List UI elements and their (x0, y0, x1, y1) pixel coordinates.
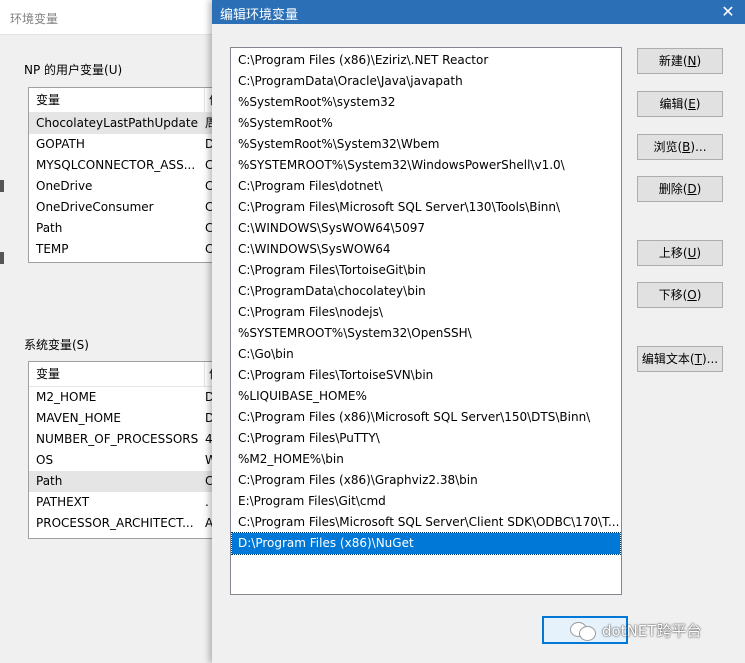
path-entry[interactable]: C:\Program Files\dotnet\ (232, 176, 620, 197)
path-entry[interactable]: %LIQUIBASE_HOME% (232, 386, 620, 407)
var-name: OneDrive (36, 179, 93, 193)
system-var-row[interactable]: NUMBER_OF_PROCESSORS 4 (29, 429, 212, 450)
path-entries-list[interactable]: C:\Program Files (x86)\Eziriz\.NET React… (230, 47, 622, 595)
move-up-label: 上移( (658, 246, 688, 260)
system-var-row[interactable]: MAVEN_HOMED (29, 408, 212, 429)
path-entry[interactable]: C:\Go\bin (232, 344, 620, 365)
path-entry[interactable]: %SYSTEMROOT%\System32\OpenSSH\ (232, 323, 620, 344)
var-name: MAVEN_HOME (36, 411, 121, 425)
move-down-tail: ) (696, 288, 702, 302)
path-entry[interactable]: %M2_HOME%\bin (232, 449, 620, 470)
browse-button[interactable]: 浏览(B)... (637, 134, 723, 160)
edit-accel: E (688, 97, 696, 111)
env-window-title: 环境变量 (10, 12, 59, 26)
var-name: OS (36, 453, 54, 467)
edit-button[interactable]: 编辑(E) (637, 91, 723, 117)
move-up-button[interactable]: 上移(U) (637, 240, 723, 266)
delete-label: 删除( (658, 182, 688, 196)
user-var-row[interactable]: MYSQLCONNECTOR_ASS... C (29, 155, 212, 176)
path-entry[interactable]: E:\Program Files\Git\cmd (232, 491, 620, 512)
move-up-tail: ) (696, 246, 702, 260)
clipped-control-edge (0, 252, 4, 264)
path-entry[interactable]: C:\Program Files\PuTTY\ (232, 428, 620, 449)
user-list-header[interactable]: 变量 值 (29, 88, 212, 113)
system-variables-list[interactable]: 变量 值 M2_HOMED MAVEN_HOMED NUMBER_OF_PROC… (28, 361, 212, 539)
user-var-row[interactable]: Path C (29, 218, 212, 239)
path-entry[interactable]: C:\WINDOWS\SysWOW64\5097 (232, 218, 620, 239)
path-entry[interactable]: C:\ProgramData\Oracle\Java\javapath (232, 71, 620, 92)
user-var-row[interactable]: TEMP C (29, 239, 212, 260)
move-down-label: 下移( (658, 288, 688, 302)
var-name: Path (36, 221, 63, 235)
path-entry[interactable]: C:\Program Files\TortoiseGit\bin (232, 260, 620, 281)
user-variables-label: NP 的用户变量(U) (24, 63, 123, 77)
chat-bubbles-icon (570, 619, 596, 641)
user-variables-list[interactable]: 变量 值 ChocolateyLastPathUpdate周 GOPATHD M… (28, 87, 212, 263)
edit-text-tail: )... (701, 352, 719, 366)
system-variables-label: 系统变量(S) (24, 338, 89, 352)
path-entry[interactable]: C:\Program Files (x86)\Graphviz2.38\bin (232, 470, 620, 491)
path-entry[interactable]: C:\ProgramData\chocolatey\bin (232, 281, 620, 302)
var-name: TEMP (36, 242, 69, 256)
var-name: PROCESSOR_ARCHITECT... (36, 516, 194, 530)
new-label: 新建( (658, 54, 688, 68)
user-var-row[interactable]: ChocolateyLastPathUpdate周 (29, 113, 212, 134)
var-value: . (205, 495, 209, 509)
path-entry[interactable]: %SystemRoot%\system32 (232, 92, 620, 113)
delete-button[interactable]: 删除(D) (637, 176, 723, 202)
move-down-accel: O (687, 288, 697, 302)
delete-accel: D (687, 182, 697, 196)
path-entry[interactable]: C:\Program Files (x86)\Eziriz\.NET React… (232, 50, 620, 71)
var-name: MYSQLCONNECTOR_ASS... (36, 158, 196, 172)
edit-text-accel: T (694, 352, 702, 366)
new-button[interactable]: 新建(N) (637, 48, 723, 74)
system-list-header[interactable]: 变量 值 (29, 362, 212, 387)
var-name: OneDriveConsumer (36, 200, 154, 214)
edit-text-button[interactable]: 编辑文本(T)... (637, 346, 723, 372)
watermark: dotNET跨平台 (570, 618, 701, 642)
path-entry[interactable]: %SYSTEMROOT%\System32\WindowsPowerShell\… (232, 155, 620, 176)
system-var-row[interactable]: PATHEXT. (29, 492, 212, 513)
close-button[interactable]: ✕ (711, 0, 745, 24)
watermark-text: dotNET跨平台 (602, 621, 702, 640)
var-name: ChocolateyLastPathUpdate (36, 116, 198, 130)
dialog-titlebar[interactable]: 编辑环境变量 ✕ (212, 0, 745, 24)
var-name: Path (36, 474, 63, 488)
user-var-row[interactable]: OneDriveConsumer C (29, 197, 212, 218)
column-variable[interactable]: 变量 (36, 93, 60, 107)
edit-text-label: 编辑文本( (641, 352, 695, 366)
user-var-row[interactable]: OneDrive C (29, 176, 212, 197)
var-name: GOPATH (36, 137, 85, 151)
path-entry[interactable]: C:\Program Files\nodejs\ (232, 302, 620, 323)
new-tail: ) (696, 54, 702, 68)
edit-tail: ) (695, 97, 701, 111)
env-window-titlebar: 环境变量 (0, 0, 212, 35)
dialog-title: 编辑环境变量 (220, 8, 299, 23)
path-entry[interactable]: D:\Program Files (x86)\NuGet (231, 532, 621, 555)
path-entry[interactable]: C:\Program Files\TortoiseSVN\bin (232, 365, 620, 386)
user-var-row[interactable]: GOPATHD (29, 134, 212, 155)
move-down-button[interactable]: 下移(O) (637, 282, 723, 308)
var-name: M2_HOME (36, 390, 97, 404)
column-variable[interactable]: 变量 (36, 367, 60, 381)
environment-variables-window: 环境变量 NP 的用户变量(U) 变量 值 ChocolateyLastPath… (0, 0, 213, 663)
clipped-control-edge (0, 180, 4, 192)
path-entry[interactable]: C:\Program Files\Microsoft SQL Server\Cl… (232, 512, 620, 533)
path-entry[interactable]: C:\Program Files\Microsoft SQL Server\13… (232, 197, 620, 218)
system-var-row[interactable]: Path C (29, 471, 212, 492)
edit-environment-variable-dialog: 编辑环境变量 ✕ C:\Program Files (x86)\Eziriz\.… (212, 0, 745, 663)
edit-label: 编辑( (659, 97, 689, 111)
path-entry[interactable]: %SystemRoot% (232, 113, 620, 134)
var-name: PATHEXT (36, 495, 90, 509)
var-name: NUMBER_OF_PROCESSORS (36, 432, 199, 446)
system-var-row[interactable]: M2_HOMED (29, 387, 212, 408)
browse-tail: )... (690, 140, 707, 154)
browse-label: 浏览( (653, 140, 683, 154)
delete-tail: ) (696, 182, 702, 196)
system-var-row[interactable]: PROCESSOR_ARCHITECT... A (29, 513, 212, 534)
path-entry[interactable]: C:\WINDOWS\SysWOW64 (232, 239, 620, 260)
path-entry[interactable]: C:\Program Files (x86)\Microsoft SQL Ser… (232, 407, 620, 428)
system-var-row[interactable]: OSW (29, 450, 212, 471)
path-entry[interactable]: %SystemRoot%\System32\Wbem (232, 134, 620, 155)
